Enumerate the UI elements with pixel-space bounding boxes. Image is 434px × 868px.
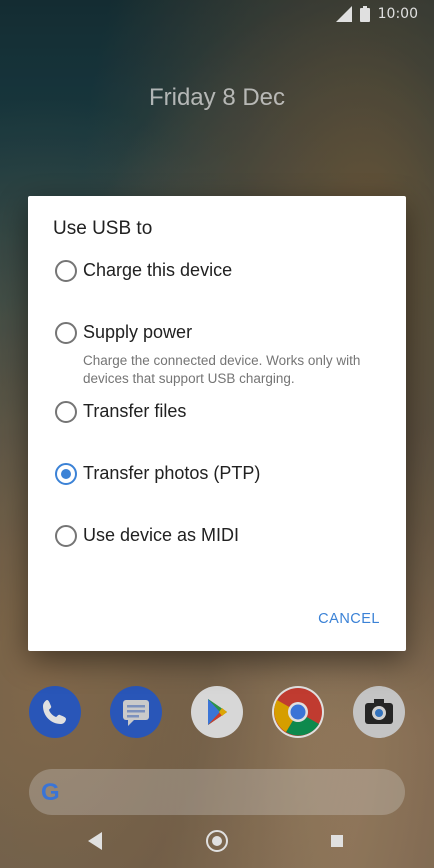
option-subtitle: Charge the connected device. Works only … (83, 353, 361, 386)
option-label: Charge this device (83, 260, 233, 280)
usb-options-dialog: Use USB to Charge this device Supply pow… (28, 196, 406, 651)
option-label: Transfer photos (PTP) (83, 463, 261, 483)
phone-screen: 10:00 Friday 8 Dec G Use USB to Charge t… (0, 0, 434, 868)
option-label: Supply power (83, 322, 193, 342)
radio-button-icon[interactable] (55, 525, 77, 547)
radio-button-icon[interactable] (55, 401, 77, 423)
radio-button-icon[interactable] (55, 260, 77, 282)
dialog-title: Use USB to (53, 218, 153, 239)
option-label: Transfer files (83, 401, 187, 421)
cancel-button[interactable]: CANCEL (318, 611, 380, 627)
option-label: Use device as MIDI (83, 525, 240, 545)
radio-button-selected-icon[interactable] (55, 463, 77, 485)
radio-button-icon[interactable] (55, 322, 77, 344)
